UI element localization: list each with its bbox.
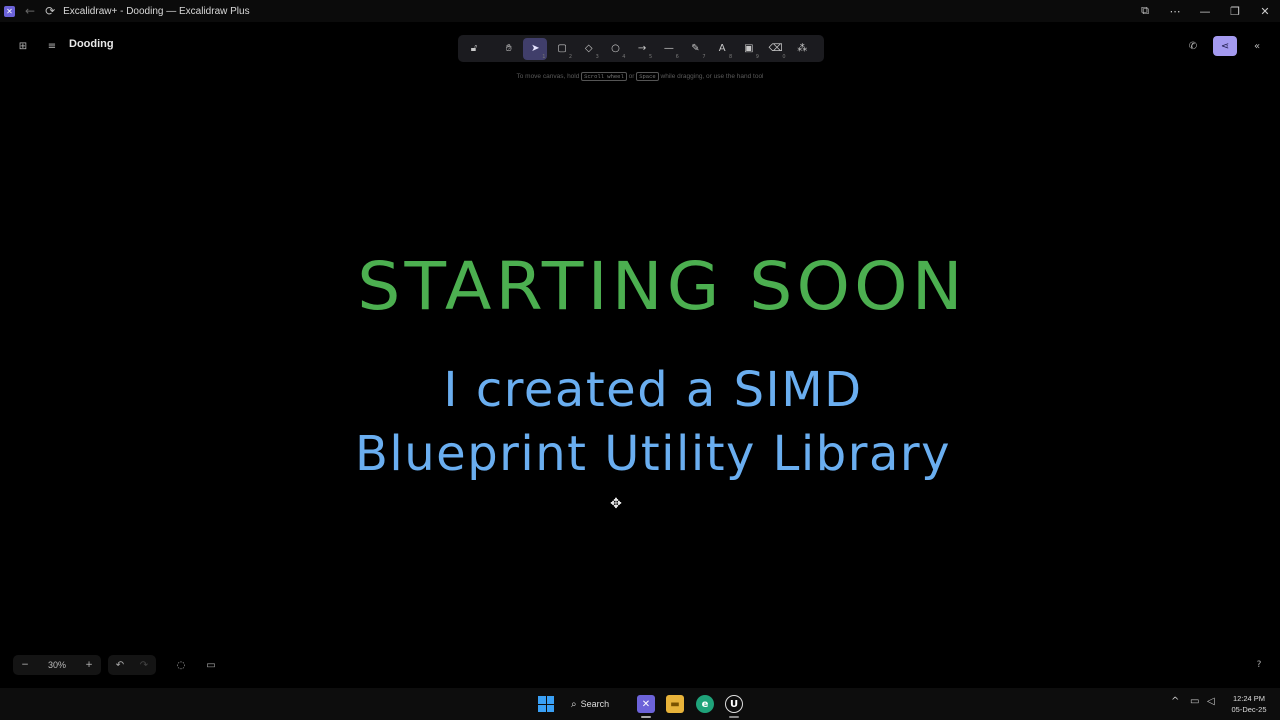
back-arrow-icon[interactable]: ←	[25, 4, 35, 18]
arrow-icon[interactable]: → 5	[630, 38, 654, 60]
clock-date: 05-Dec-25	[1231, 705, 1267, 714]
image-icon[interactable]: ▣ 9	[737, 38, 761, 60]
hamburger-menu-icon[interactable]: ≡	[43, 37, 61, 55]
system-clock[interactable]: 12:24 PM 05-Dec-25	[1222, 693, 1276, 715]
subtitle-line-1[interactable]: I created a SIMD	[13, 362, 1280, 418]
volume-icon[interactable]: ◁	[1207, 696, 1215, 707]
diamond-icon[interactable]: ◇ 3	[577, 38, 601, 60]
shapes-icon[interactable]: ⁂	[790, 38, 814, 60]
phone-icon[interactable]: ✆	[1183, 36, 1203, 56]
search-label: Search	[580, 699, 610, 709]
edge-icon[interactable]: e	[696, 695, 714, 713]
rectangle-icon[interactable]: ▢ 2	[550, 38, 574, 60]
hand-icon[interactable]: ✋︎	[497, 38, 521, 60]
excalidraw-taskbar-icon[interactable]: ✕	[637, 695, 655, 713]
zoom-controls: − 30% +	[13, 655, 101, 675]
zoom-level[interactable]: 30%	[37, 660, 77, 670]
cast-icon[interactable]: ⧉	[1130, 0, 1160, 22]
library-icon[interactable]: ⊞	[14, 37, 32, 55]
zoom-out-button[interactable]: −	[13, 660, 37, 670]
window-title-bar: ✕ ← ⟳ Excalidraw+ - Dooding — Excalidraw…	[0, 0, 1280, 22]
line-icon[interactable]: —6	[657, 38, 681, 60]
share-button[interactable]: ⋖	[1213, 36, 1237, 56]
move-cursor-icon: ✥	[610, 496, 622, 512]
document-name[interactable]: Dooding	[69, 38, 114, 50]
space-key: Space	[636, 72, 659, 81]
display-icon[interactable]: ▭	[1190, 696, 1199, 707]
search-icon: ⌕	[571, 698, 577, 710]
eraser-icon[interactable]: ⌫ 0	[764, 38, 788, 60]
taskbar-search-button[interactable]: ⌕ Search	[571, 694, 609, 714]
pointer-icon[interactable]: ➤ 1	[523, 37, 548, 60]
double-chevron-left-icon[interactable]: «	[1247, 36, 1267, 56]
share-icon: ⋖	[1220, 40, 1230, 52]
canvas-hint: To move canvas, hold Scroll wheel or Spa…	[516, 72, 764, 81]
windows-taskbar: ⌕ Search ✕ ▬ e U ^ ▭ ◁ 12:24 PM 05-Dec-2…	[0, 688, 1280, 720]
restore-button[interactable]: ❐	[1220, 0, 1250, 22]
clock-time: 12:24 PM	[1232, 694, 1266, 703]
more-icon[interactable]: ⋯	[1160, 0, 1190, 22]
pencil-icon[interactable]: ✎ 7	[684, 38, 708, 60]
lock-icon[interactable]: 🔓︎	[462, 38, 486, 60]
unreal-engine-icon[interactable]: U	[725, 695, 743, 713]
show-hidden-icons-chevron-icon[interactable]: ^	[1171, 696, 1179, 707]
subtitle-line-2[interactable]: Blueprint Utility Library	[13, 426, 1280, 482]
presentation-icon[interactable]: ▭	[199, 655, 223, 675]
comment-icon[interactable]: ◌	[169, 655, 193, 675]
window-title: Excalidraw+ - Dooding — Excalidraw Plus	[63, 5, 250, 17]
undo-redo-controls: ↶ ↷	[108, 655, 156, 675]
undo-icon[interactable]: ↶	[108, 660, 132, 671]
minimize-button[interactable]: —	[1190, 0, 1220, 22]
zoom-in-button[interactable]: +	[77, 660, 101, 670]
file-explorer-icon[interactable]: ▬	[666, 695, 684, 713]
ellipse-icon[interactable]: ○ 4	[603, 38, 627, 60]
redo-icon[interactable]: ↷	[132, 660, 156, 671]
close-button[interactable]: ✕	[1250, 0, 1280, 22]
starting-soon-heading[interactable]: STARTING SOON	[3, 248, 1280, 325]
shape-toolbar: 🔓︎ ✋︎ ➤ 1 ▢ 2 ◇ 3 ○ 4 → 5 —6 ✎ 7 A8 ▣ 9 ⌫ 0 ⁂	[458, 35, 824, 62]
scroll-wheel-key: Scroll wheel	[581, 72, 627, 81]
help-icon[interactable]: ?	[1251, 657, 1267, 673]
excalidraw-icon: ✕	[4, 5, 15, 17]
windows-start-icon[interactable]	[538, 696, 554, 712]
refresh-icon[interactable]: ⟳	[45, 4, 55, 18]
text-icon[interactable]: A8	[710, 38, 734, 60]
